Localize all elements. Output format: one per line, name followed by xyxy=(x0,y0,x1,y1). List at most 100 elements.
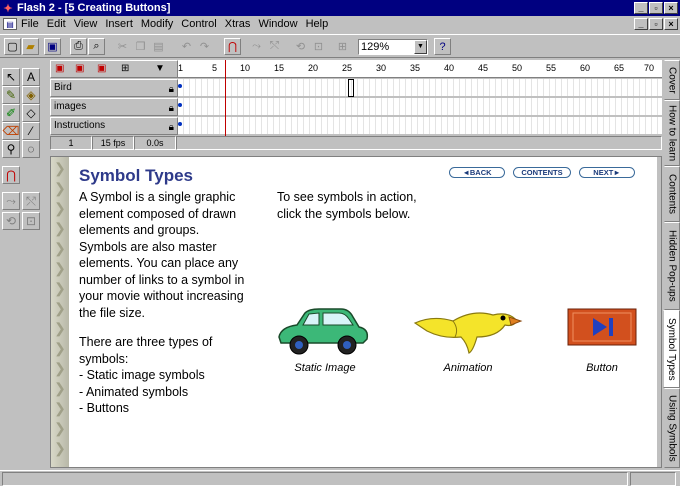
smooth-icon[interactable]: ⤳ xyxy=(248,38,265,55)
menu-view[interactable]: View xyxy=(74,18,98,30)
tab-using-symbols[interactable]: Using Symbols xyxy=(664,388,680,468)
bird-symbol[interactable] xyxy=(413,303,523,355)
scale-tool-icon[interactable]: ⊡ xyxy=(22,212,40,230)
next-button[interactable]: NEXT► xyxy=(579,167,635,178)
playhead[interactable] xyxy=(225,60,226,136)
copy-icon[interactable]: ❐ xyxy=(132,38,149,55)
tab-how-to-learn[interactable]: How to learn xyxy=(664,100,680,166)
ink-bottle-tool-icon[interactable]: ◈ xyxy=(22,86,40,104)
window-title: Flash 2 - [5 Creating Buttons] xyxy=(17,2,171,14)
maximize-button[interactable]: ▫ xyxy=(649,2,663,14)
align-icon[interactable]: ⊞ xyxy=(334,38,351,55)
paste-icon[interactable]: ▤ xyxy=(150,38,167,55)
layer-row-instructions[interactable]: Instructions 🔒︎ xyxy=(50,117,178,135)
layer-frames-instructions[interactable] xyxy=(178,117,662,135)
layer-row-images[interactable]: images 🔒︎ xyxy=(50,98,178,116)
arrow-tool-icon[interactable]: ↖ xyxy=(2,68,20,86)
lock-icon[interactable]: 🔒︎ xyxy=(169,120,174,136)
ruler-tick: 70 xyxy=(644,63,655,73)
smooth-tool-icon[interactable]: ⤳ xyxy=(2,192,20,210)
layer-frames-bird[interactable] xyxy=(178,79,662,97)
text-line: number of links to a symbol in xyxy=(79,272,245,287)
scale-icon[interactable]: ⊡ xyxy=(310,38,327,55)
menu-insert[interactable]: Insert xyxy=(105,18,133,30)
new-file-icon[interactable]: ▢ xyxy=(4,38,21,55)
paint-bucket-tool-icon[interactable]: ◇ xyxy=(22,104,40,122)
chevron-icon: ❯ xyxy=(54,420,66,436)
back-button[interactable]: ◄BACK xyxy=(449,167,505,178)
scene-tabs: Cover How to learn Contents Hidden Pop-u… xyxy=(663,60,680,468)
layer-add-icon[interactable]: ▣ xyxy=(55,63,64,74)
print-preview-icon[interactable]: ⌕ xyxy=(88,38,105,55)
rotate-icon[interactable]: ⟲ xyxy=(292,38,309,55)
lasso-tool-icon[interactable]: ◌ xyxy=(22,140,40,158)
stage-canvas[interactable]: ❯ ❯ ❯ ❯ ❯ ❯ ❯ ❯ ❯ ❯ ❯ ❯ ❯ ❯ ❯ Symbol Typ… xyxy=(50,156,662,468)
pencil-tool-icon[interactable]: ✎ xyxy=(2,86,20,104)
keyframe[interactable] xyxy=(178,122,182,126)
menu-file[interactable]: File xyxy=(21,18,39,30)
list-item: - Buttons xyxy=(79,401,130,415)
close-button[interactable]: × xyxy=(664,2,678,14)
minimize-button[interactable]: _ xyxy=(634,2,648,14)
eraser-tool-icon[interactable]: ⌫ xyxy=(2,122,20,140)
keyframe[interactable] xyxy=(178,103,182,107)
chevron-down-icon[interactable]: ▼ xyxy=(155,63,165,74)
chevron-down-icon[interactable]: ▼ xyxy=(414,40,427,54)
doc-close-button[interactable]: × xyxy=(664,18,678,30)
open-folder-icon[interactable]: ▰ xyxy=(22,38,39,55)
zoom-tool-icon[interactable]: ⚲ xyxy=(2,140,20,158)
timeline: ▣ ▣ ▣ ⊞ ▼ 1 5 10 15 20 25 30 35 40 45 50… xyxy=(50,60,662,152)
snap-tool-icon[interactable]: ⋂ xyxy=(2,166,20,184)
tab-contents[interactable]: Contents xyxy=(664,166,680,222)
lock-icon[interactable]: 🔒︎ xyxy=(169,82,174,98)
keyframe-span[interactable] xyxy=(348,79,354,97)
print-icon[interactable]: ⎙ xyxy=(70,38,87,55)
snap-magnet-icon[interactable]: ⋂ xyxy=(224,38,241,55)
help-pointer-icon[interactable]: ? xyxy=(434,38,451,55)
tab-symbol-types[interactable]: Symbol Types xyxy=(663,310,680,388)
onion-skin-icon[interactable]: ▣ xyxy=(97,63,106,74)
keyframe[interactable] xyxy=(178,84,182,88)
brush-tool-icon[interactable]: ✐ xyxy=(2,104,20,122)
doc-restore-button[interactable]: ▫ xyxy=(649,18,663,30)
straighten-icon[interactable]: ⤲ xyxy=(266,38,283,55)
text-tool-icon[interactable]: A xyxy=(22,68,40,86)
save-icon[interactable]: ▣ xyxy=(44,38,61,55)
undo-icon[interactable]: ↶ xyxy=(178,38,195,55)
chevron-icon: ❯ xyxy=(54,380,66,396)
menu-window[interactable]: Window xyxy=(258,18,297,30)
dropper-tool-icon[interactable]: ⁄ xyxy=(22,122,40,140)
straighten-tool-icon[interactable]: ⤲ xyxy=(22,192,40,210)
menu-modify[interactable]: Modify xyxy=(141,18,173,30)
layer-delete-icon[interactable]: ▣ xyxy=(75,63,84,74)
chevron-icon: ❯ xyxy=(54,240,66,256)
zoom-select[interactable]: 129% ▼ xyxy=(358,39,428,55)
ruler-tick: 20 xyxy=(308,63,319,73)
frame-ruler[interactable]: 1 5 10 15 20 25 30 35 40 45 50 55 60 65 … xyxy=(178,60,662,78)
rotate-tool-icon[interactable]: ⟲ xyxy=(2,212,20,230)
flash-app-icon[interactable]: ✦ xyxy=(2,2,14,15)
status-indicator xyxy=(630,472,676,486)
tab-cover[interactable]: Cover xyxy=(664,60,680,100)
menu-xtras[interactable]: Xtras xyxy=(225,18,251,30)
edit-multiple-icon[interactable]: ⊞ xyxy=(121,63,129,74)
doc-minimize-button[interactable]: _ xyxy=(634,18,648,30)
list-item: - Static image symbols xyxy=(79,368,205,382)
menu-edit[interactable]: Edit xyxy=(47,18,66,30)
document-icon[interactable]: ▤ xyxy=(3,18,17,30)
contents-button[interactable]: CONTENTS xyxy=(513,167,571,178)
layer-row-bird[interactable]: Bird 🔒︎ xyxy=(50,79,178,97)
static-image-caption: Static Image xyxy=(294,362,356,374)
timeline-scrollbar[interactable] xyxy=(176,136,662,150)
cut-icon[interactable]: ✂ xyxy=(114,38,131,55)
chevron-icon: ❯ xyxy=(54,400,66,416)
redo-icon[interactable]: ↷ xyxy=(196,38,213,55)
menu-control[interactable]: Control xyxy=(181,18,216,30)
button-symbol[interactable] xyxy=(567,308,637,346)
current-frame: 1 xyxy=(50,136,92,150)
menu-help[interactable]: Help xyxy=(306,18,329,30)
lock-icon[interactable]: 🔒︎ xyxy=(169,101,174,117)
layer-frames-images[interactable] xyxy=(178,98,662,116)
car-symbol[interactable] xyxy=(275,305,371,357)
tab-hidden-popups[interactable]: Hidden Pop-ups xyxy=(664,222,680,310)
